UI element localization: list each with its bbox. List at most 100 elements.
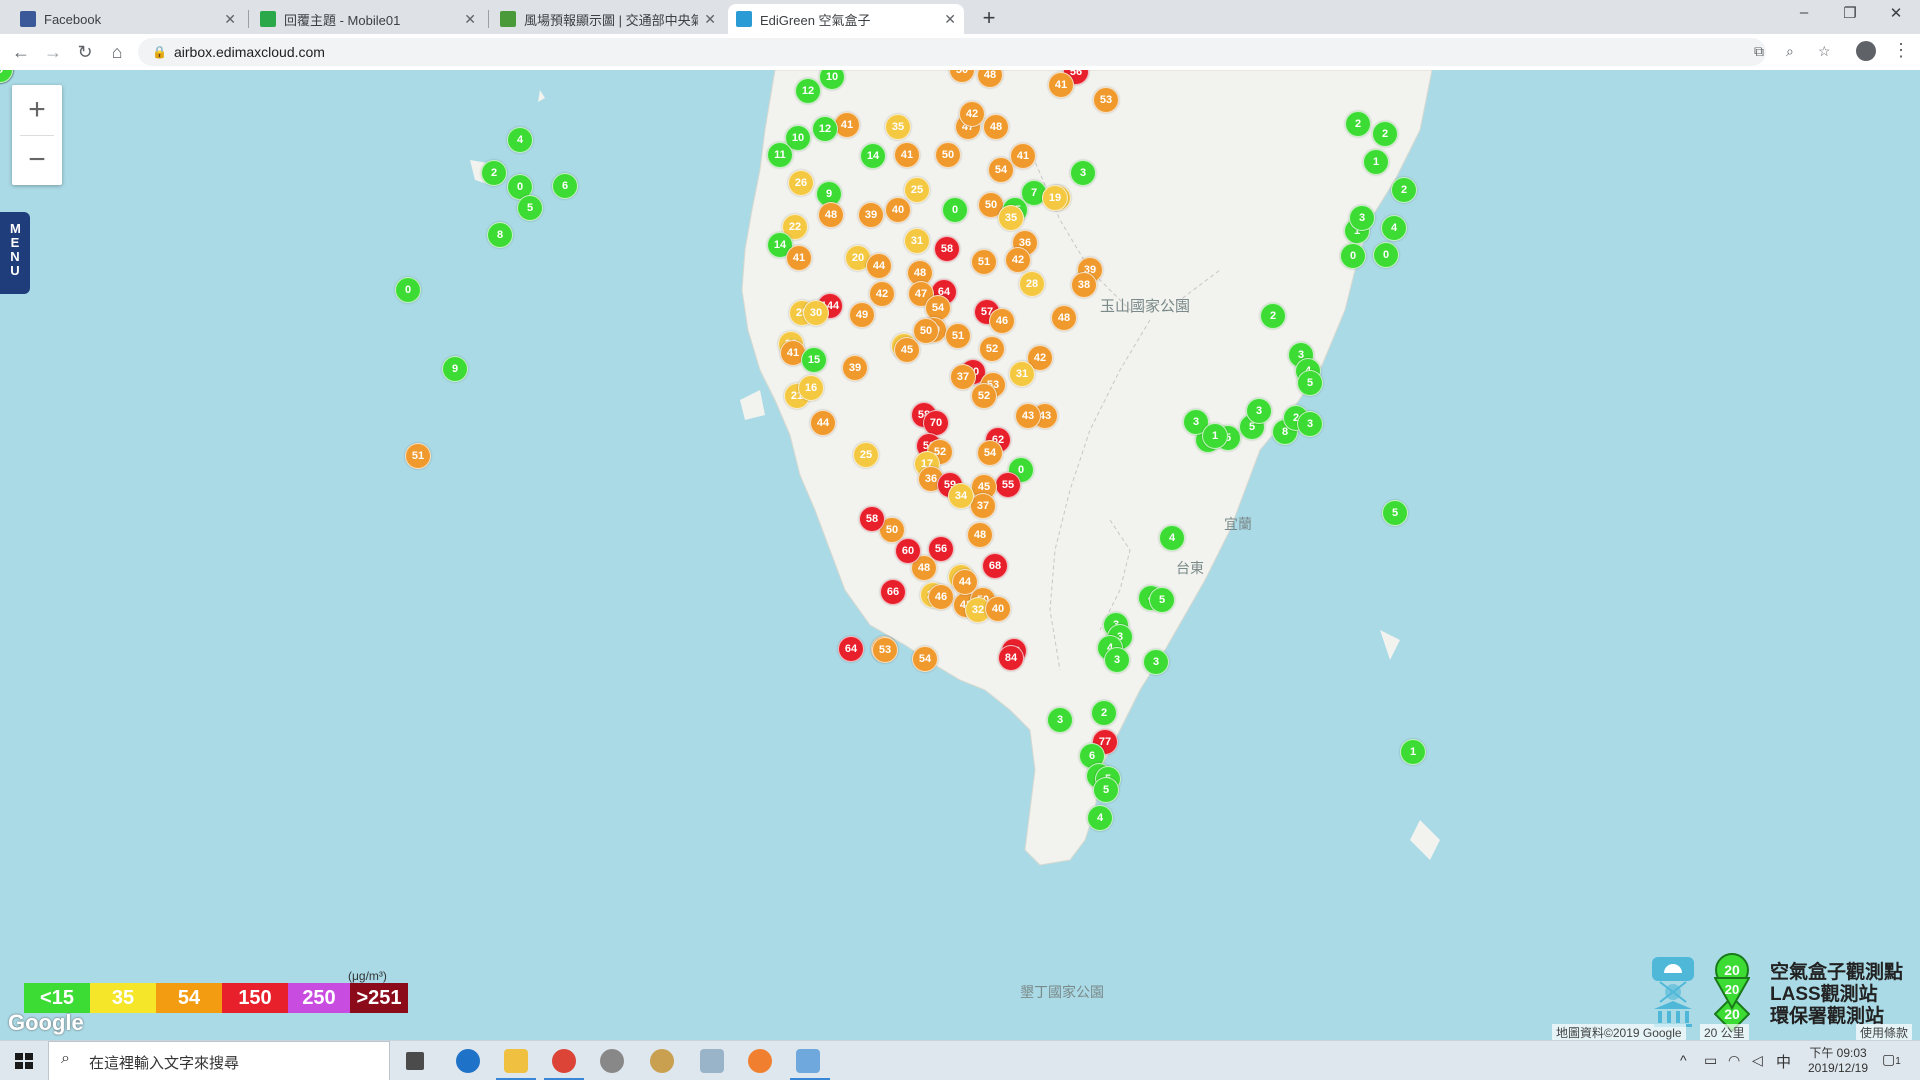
sensor-marker[interactable]: 41 — [1010, 143, 1036, 169]
zoom-out-button[interactable]: − — [12, 135, 62, 185]
ime-indicator[interactable]: 中 — [1776, 1051, 1791, 1072]
sensor-marker[interactable]: 55 — [995, 472, 1021, 498]
sensor-marker[interactable]: 68 — [982, 553, 1008, 579]
sensor-marker[interactable]: 39 — [842, 355, 868, 381]
clock[interactable]: 下午 09:03 2019/12/19 — [1798, 1044, 1878, 1075]
sensor-marker[interactable]: 2 — [1345, 111, 1371, 137]
sensor-marker[interactable]: 34 — [948, 483, 974, 509]
sensor-marker[interactable]: 35 — [998, 205, 1024, 231]
sensor-marker[interactable]: 46 — [928, 584, 954, 610]
sensor-marker[interactable]: 5 — [1093, 777, 1119, 803]
sensor-marker[interactable]: 43 — [1015, 403, 1041, 429]
wifi-icon[interactable]: ◠ — [1728, 1052, 1740, 1069]
sensor-marker[interactable]: 2 — [1372, 121, 1398, 147]
sensor-marker[interactable]: 25 — [904, 177, 930, 203]
sensor-marker[interactable]: 4 — [507, 127, 533, 153]
sensor-marker[interactable]: 58 — [859, 506, 885, 532]
terms-link[interactable]: 使用條款 — [1856, 1024, 1913, 1040]
sensor-marker[interactable]: 51 — [971, 249, 997, 275]
sensor-marker[interactable]: 48 — [818, 202, 844, 228]
tab-cwb[interactable]: 風場預報顯示圖 | 交通部中央氣象局 ✕ — [492, 4, 724, 34]
sensor-marker[interactable]: 42 — [1005, 247, 1031, 273]
sensor-marker[interactable]: 42 — [869, 281, 895, 307]
sensor-marker[interactable]: 6 — [552, 173, 578, 199]
sensor-marker[interactable]: 28 — [1019, 271, 1045, 297]
close-icon[interactable]: ✕ — [224, 11, 236, 28]
sensor-marker[interactable]: 3 — [1297, 411, 1323, 437]
taskbar-search-box[interactable]: ⌕ 在這裡輸入文字來搜尋 — [48, 1041, 390, 1080]
sensor-marker[interactable]: 45 — [894, 337, 920, 363]
sensor-marker[interactable]: 50 — [935, 142, 961, 168]
sensor-marker[interactable]: 1 — [1202, 423, 1228, 449]
sensor-marker[interactable]: 35 — [885, 114, 911, 140]
map-canvas[interactable]: 玉山國家公園 台東 宜蘭 墾丁國家公園 42056089515641533195… — [0, 70, 1920, 1040]
address-bar[interactable]: 🔒 airbox.edimaxcloud.com ⧉ ⌕ ☆ — [138, 38, 1831, 66]
sensor-marker[interactable]: 49 — [849, 302, 875, 328]
sensor-marker[interactable]: 84 — [998, 645, 1024, 671]
forward-icon[interactable]: → — [40, 40, 66, 64]
sensor-marker[interactable]: 51 — [405, 443, 431, 469]
sensor-marker[interactable]: 3 — [1104, 647, 1130, 673]
sensor-marker[interactable]: 42 — [959, 101, 985, 127]
sensor-marker[interactable]: 52 — [979, 336, 1005, 362]
sensor-marker[interactable]: 0 — [395, 277, 421, 303]
sensor-marker[interactable]: 0 — [942, 197, 968, 223]
sensor-marker[interactable]: 60 — [895, 538, 921, 564]
sensor-marker[interactable]: 1 — [1363, 149, 1389, 175]
sensor-marker[interactable]: 53 — [1093, 87, 1119, 113]
tab-edigreen[interactable]: EdiGreen 空氣盒子 ✕ — [728, 4, 964, 34]
edge-icon[interactable] — [456, 1049, 480, 1073]
map-attribution[interactable]: 地圖資料©2019 Google — [1552, 1024, 1686, 1040]
sensor-marker[interactable]: 26 — [788, 170, 814, 196]
sensor-marker[interactable]: 4 — [1381, 215, 1407, 241]
notification-icon[interactable]: ▢1 — [1882, 1051, 1901, 1068]
sensor-marker[interactable]: 31 — [904, 228, 930, 254]
sensor-marker[interactable]: 50 — [913, 318, 939, 344]
close-icon[interactable]: ✕ — [464, 11, 476, 28]
map-scale[interactable]: 20 公里 — [1700, 1024, 1749, 1040]
reload-icon[interactable]: ↻ — [72, 40, 98, 64]
sensor-marker[interactable]: 31 — [1009, 361, 1035, 387]
sensor-marker[interactable]: 2 — [1260, 303, 1286, 329]
sensor-marker[interactable]: 5 — [517, 195, 543, 221]
home-icon[interactable]: ⌂ — [104, 40, 130, 64]
sensor-marker[interactable]: 4 — [1159, 525, 1185, 551]
window-close-button[interactable]: ✕ — [1876, 4, 1916, 22]
sensor-marker[interactable]: 3 — [1070, 160, 1096, 186]
chrome-icon[interactable] — [552, 1049, 576, 1073]
sensor-marker[interactable]: 41 — [894, 142, 920, 168]
sensor-marker[interactable]: 1 — [1400, 739, 1426, 765]
task-view-icon[interactable] — [406, 1052, 424, 1070]
sensor-marker[interactable]: 11 — [767, 142, 793, 168]
sensor-marker[interactable]: 41 — [1048, 72, 1074, 98]
bookmark-star-icon[interactable]: ☆ — [1818, 43, 1831, 60]
zoom-icon[interactable]: ⌕ — [1786, 43, 1794, 60]
sensor-marker[interactable]: 30 — [803, 300, 829, 326]
sensor-marker[interactable]: 3 — [1047, 707, 1073, 733]
sensor-marker[interactable]: 51 — [945, 323, 971, 349]
sensor-marker[interactable]: 2 — [1391, 177, 1417, 203]
windows-start-button[interactable] — [0, 1041, 48, 1080]
sensor-marker[interactable]: 44 — [810, 410, 836, 436]
tray-chevron-icon[interactable]: ^ — [1680, 1052, 1687, 1068]
close-icon[interactable]: ✕ — [704, 11, 716, 28]
sensor-marker[interactable]: 25 — [853, 442, 879, 468]
sensor-marker[interactable]: 44 — [866, 253, 892, 279]
sensor-marker[interactable]: 46 — [989, 308, 1015, 334]
network-app-icon[interactable] — [700, 1049, 724, 1073]
sensor-marker[interactable]: 64 — [838, 636, 864, 662]
back-icon[interactable]: ← — [8, 40, 34, 64]
sensor-marker[interactable]: 0 — [1373, 242, 1399, 268]
sensor-marker[interactable]: 5 — [1382, 500, 1408, 526]
sensor-marker[interactable]: 3 — [1246, 398, 1272, 424]
sensor-marker[interactable]: 54 — [977, 440, 1003, 466]
sensor-marker[interactable]: 2 — [1091, 700, 1117, 726]
sensor-marker[interactable]: 54 — [988, 157, 1014, 183]
sensor-marker[interactable]: 5 — [1297, 370, 1323, 396]
sensor-marker[interactable]: 12 — [795, 78, 821, 104]
sensor-marker[interactable]: 5 — [1149, 587, 1175, 613]
battery-icon[interactable]: ▭ — [1704, 1052, 1717, 1069]
sensor-marker[interactable]: 15 — [801, 347, 827, 373]
new-tab-button[interactable]: + — [976, 5, 1002, 31]
sensor-marker[interactable]: 44 — [952, 569, 978, 595]
